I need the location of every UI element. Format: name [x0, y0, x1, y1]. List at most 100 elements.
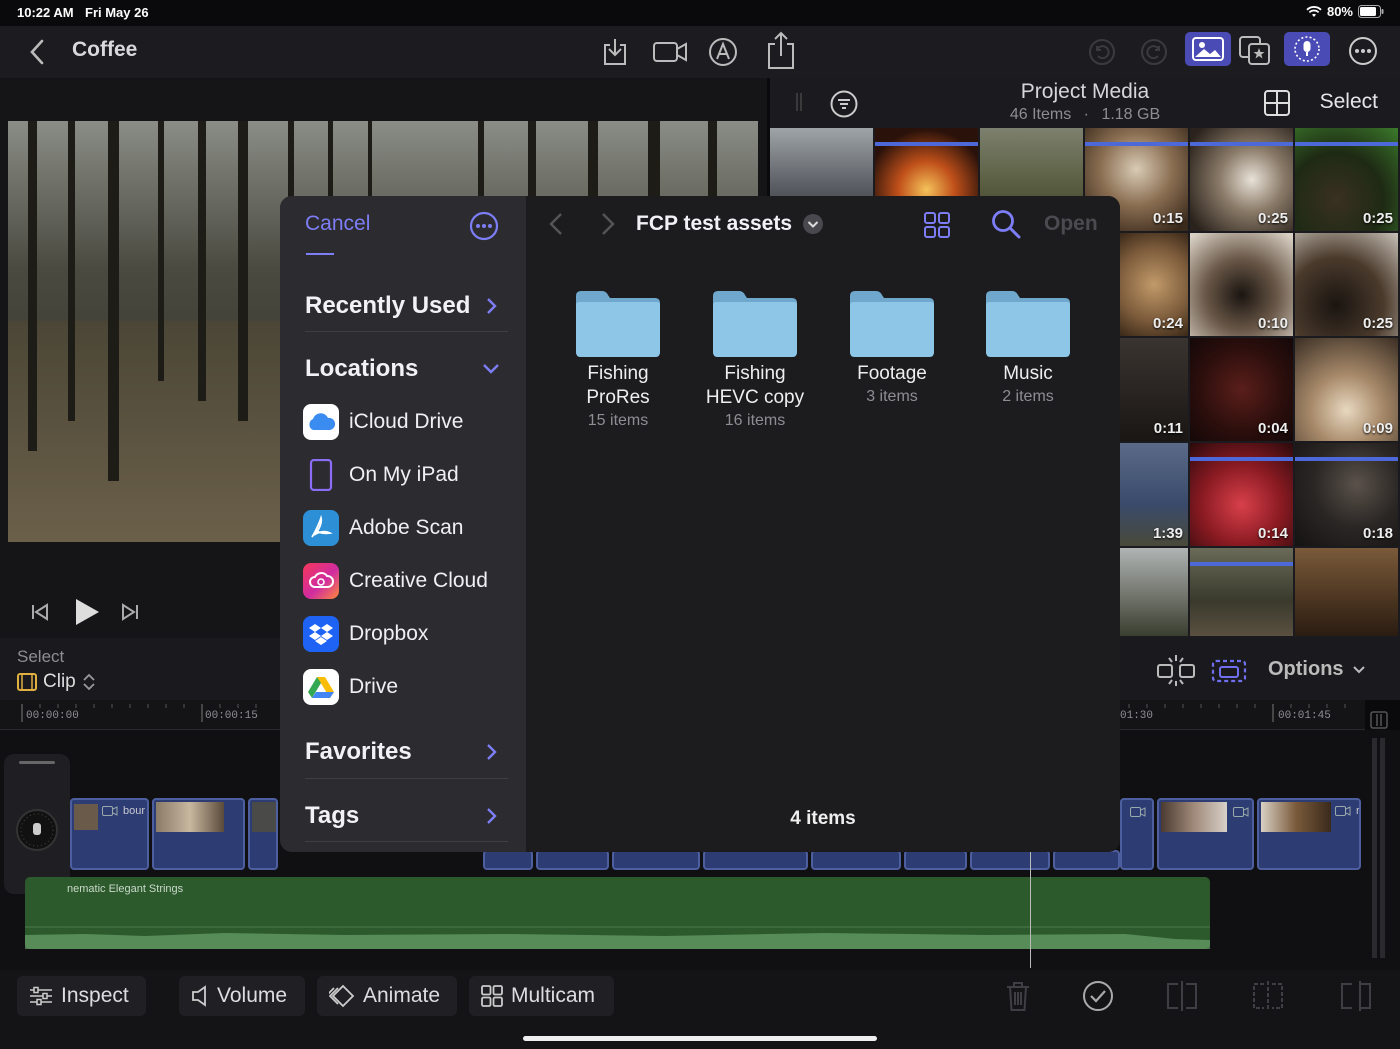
media-thumbnail[interactable] [1120, 548, 1188, 636]
cancel-button[interactable]: Cancel [305, 212, 370, 236]
timeline-clip[interactable] [1120, 798, 1154, 870]
jog-handle [19, 761, 55, 764]
timeline-clip[interactable] [970, 850, 1050, 870]
options-label: Options [1268, 658, 1344, 680]
multicam-button[interactable]: Multicam [469, 976, 614, 1016]
timeline-clip[interactable] [904, 850, 967, 870]
timeline-clip[interactable] [612, 850, 700, 870]
path-title[interactable]: FCP test assets [636, 212, 824, 236]
timeline-clip[interactable] [1053, 850, 1120, 870]
import-icon[interactable] [598, 34, 632, 70]
folder-item[interactable]: Music 2 items [958, 288, 1098, 408]
folder-count: 16 items [724, 412, 786, 429]
timeline-clip[interactable]: bour [70, 798, 149, 870]
location-label: Adobe Scan [349, 516, 464, 539]
snapping-icon[interactable] [1154, 652, 1198, 688]
volume-button[interactable]: Volume [179, 976, 305, 1016]
timeline-clip[interactable] [536, 850, 609, 870]
media-thumbnail[interactable]: 0:25 [1190, 128, 1293, 231]
tags-header[interactable]: Tags [305, 802, 359, 830]
media-thumbnail[interactable]: 0:10 [1190, 233, 1293, 336]
skip-forward-icon[interactable] [118, 600, 142, 624]
undo-icon[interactable] [1086, 36, 1118, 68]
media-thumbnail[interactable]: 0:25 [1295, 233, 1398, 336]
media-thumbnail[interactable]: 0:14 [1190, 443, 1293, 546]
split-icon[interactable] [1162, 978, 1202, 1014]
skip-back-icon[interactable] [28, 600, 52, 624]
back-icon[interactable] [24, 38, 50, 66]
media-thumbnail[interactable]: 0:18 [1295, 443, 1398, 546]
more-icon[interactable] [1346, 34, 1380, 68]
folder-item[interactable]: Footage 3 items [822, 288, 962, 408]
media-size: 1.18 GB [1101, 106, 1161, 123]
clip-name: bour [123, 805, 146, 817]
options-button[interactable]: Options [1268, 658, 1366, 681]
photos-tab-icon[interactable] [1185, 32, 1231, 66]
location-creative-cloud[interactable]: Creative Cloud [303, 563, 488, 599]
clip-thumbnail [1161, 802, 1227, 832]
skimming-icon[interactable] [1208, 652, 1250, 688]
timeline-clip[interactable]: r [1257, 798, 1361, 870]
home-indicator[interactable] [523, 1036, 877, 1041]
media-thumbnail[interactable]: 0:24 [1120, 233, 1188, 336]
folder-name: Footage [857, 363, 927, 384]
audio-clip[interactable]: nematic Elegant Strings [25, 877, 1210, 949]
favorites-header[interactable]: Favorites [305, 738, 412, 766]
folder-count: 3 items [866, 388, 918, 405]
folder-item[interactable]: Fishing ProRes 15 items [548, 288, 688, 432]
location-on-my-ipad[interactable]: On My iPad [303, 457, 459, 493]
timeline-clip[interactable] [248, 798, 278, 870]
folder-item[interactable]: Fishing HEVC copy 16 items [685, 288, 825, 432]
animate-button[interactable]: Animate [317, 976, 457, 1016]
playhead[interactable] [1030, 852, 1031, 968]
media-duration: 0:25 [1362, 210, 1393, 227]
media-thumbnail[interactable]: 0:25 [1295, 128, 1398, 231]
grid-view-icon[interactable] [1262, 88, 1292, 118]
media-thumbnail[interactable] [1190, 548, 1293, 636]
timeline-clip[interactable] [703, 850, 808, 870]
icon-view-icon[interactable] [922, 210, 952, 240]
media-thumbnail[interactable]: 0:11 [1120, 338, 1188, 441]
inspect-button[interactable]: Inspect [17, 976, 146, 1016]
ruler-label: 01:30 [1120, 710, 1154, 722]
timeline-clip[interactable] [152, 798, 245, 870]
recently-used-header[interactable]: Recently Used [305, 292, 470, 320]
effects-browser-icon[interactable] [1236, 32, 1274, 68]
timeline-clip[interactable] [483, 850, 533, 870]
jog-control[interactable] [4, 754, 70, 894]
checkmark-circle-icon[interactable] [1080, 978, 1116, 1014]
location-dropbox[interactable]: Dropbox [303, 616, 428, 652]
used-marker [1190, 562, 1293, 566]
play-icon[interactable] [72, 596, 102, 628]
open-button[interactable]: Open [1044, 212, 1098, 236]
status-date: Fri May 26 [85, 5, 149, 20]
nav-back-icon[interactable] [546, 210, 566, 238]
clip-mode-label: Clip [43, 671, 76, 692]
timeline-clip[interactable] [1157, 798, 1254, 870]
share-icon[interactable] [762, 30, 800, 72]
project-title: Coffee [72, 38, 138, 61]
media-thumbnail[interactable]: 0:09 [1295, 338, 1398, 441]
media-thumbnail[interactable]: 0:04 [1190, 338, 1293, 441]
clip-mode-selector[interactable]: Clip [17, 671, 96, 693]
location-icloud-drive[interactable]: iCloud Drive [303, 404, 463, 440]
location-adobe-scan[interactable]: Adobe Scan [303, 510, 463, 546]
trash-icon[interactable] [1002, 978, 1034, 1014]
redo-icon[interactable] [1138, 36, 1170, 68]
camera-icon[interactable] [650, 36, 690, 68]
trim-start-icon[interactable] [1248, 978, 1288, 1014]
markup-icon[interactable] [706, 35, 740, 69]
voiceover-tab-icon[interactable] [1284, 32, 1330, 66]
search-icon[interactable] [990, 208, 1022, 240]
media-thumbnail[interactable]: 1:39 [1120, 443, 1188, 546]
location-drive[interactable]: Drive [303, 669, 398, 705]
media-select-button[interactable]: Select [1320, 90, 1378, 114]
locations-header[interactable]: Locations [305, 355, 418, 383]
media-thumbnail[interactable] [1295, 548, 1398, 636]
nav-forward-icon[interactable] [598, 210, 618, 238]
media-duration: 0:11 [1153, 420, 1183, 437]
clip-title: r [1335, 805, 1359, 817]
trim-end-icon[interactable] [1336, 978, 1376, 1014]
timeline-clip[interactable] [811, 850, 901, 870]
sidebar-more-icon[interactable] [468, 210, 500, 242]
